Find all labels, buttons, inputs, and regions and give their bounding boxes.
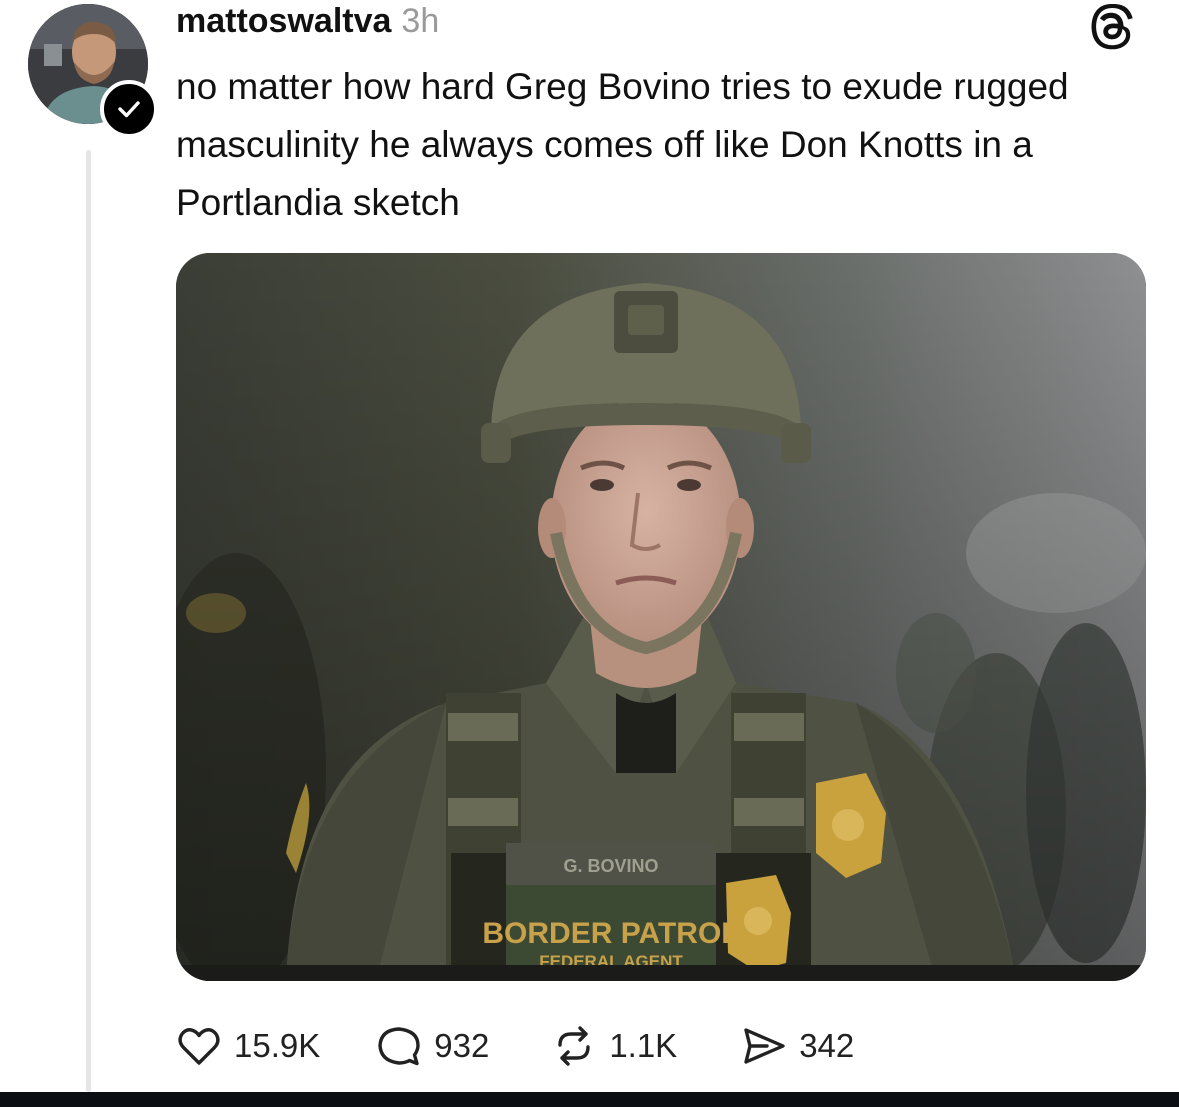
reply-count: 932	[434, 1027, 490, 1064]
threads-icon[interactable]	[1090, 3, 1138, 52]
checkmark-icon	[118, 101, 140, 118]
like-count: 15.9K	[234, 1027, 321, 1064]
repost-button[interactable]: 1.1K	[551, 1023, 677, 1069]
comment-icon	[378, 1027, 420, 1066]
timestamp: 3h	[401, 2, 440, 40]
post-image[interactable]: G. BOVINO BORDER PATROL FEDERAL AGENT	[176, 253, 1146, 981]
action-bar: 15.9K 932 1.1K 342	[176, 1018, 854, 1074]
share-count: 342	[799, 1027, 855, 1064]
bottom-bar	[0, 1092, 1179, 1107]
post-header: mattoswaltva 3h	[176, 2, 439, 46]
patch-line1: BORDER PATROL	[482, 917, 739, 950]
share-button[interactable]: 342	[741, 1023, 854, 1069]
thread-line	[86, 150, 91, 1092]
repost-icon	[558, 1026, 591, 1066]
repost-count: 1.1K	[609, 1027, 678, 1064]
post-text: no matter how hard Greg Bovino tries to …	[176, 66, 1069, 223]
reply-button[interactable]: 932	[376, 1023, 489, 1069]
like-button[interactable]: 15.9K	[176, 1023, 320, 1069]
send-icon	[744, 1028, 785, 1064]
name-tape: G. BOVINO	[563, 856, 658, 876]
heart-icon	[178, 1028, 220, 1065]
verified-badge	[100, 80, 158, 138]
username[interactable]: mattoswaltva	[176, 2, 391, 41]
